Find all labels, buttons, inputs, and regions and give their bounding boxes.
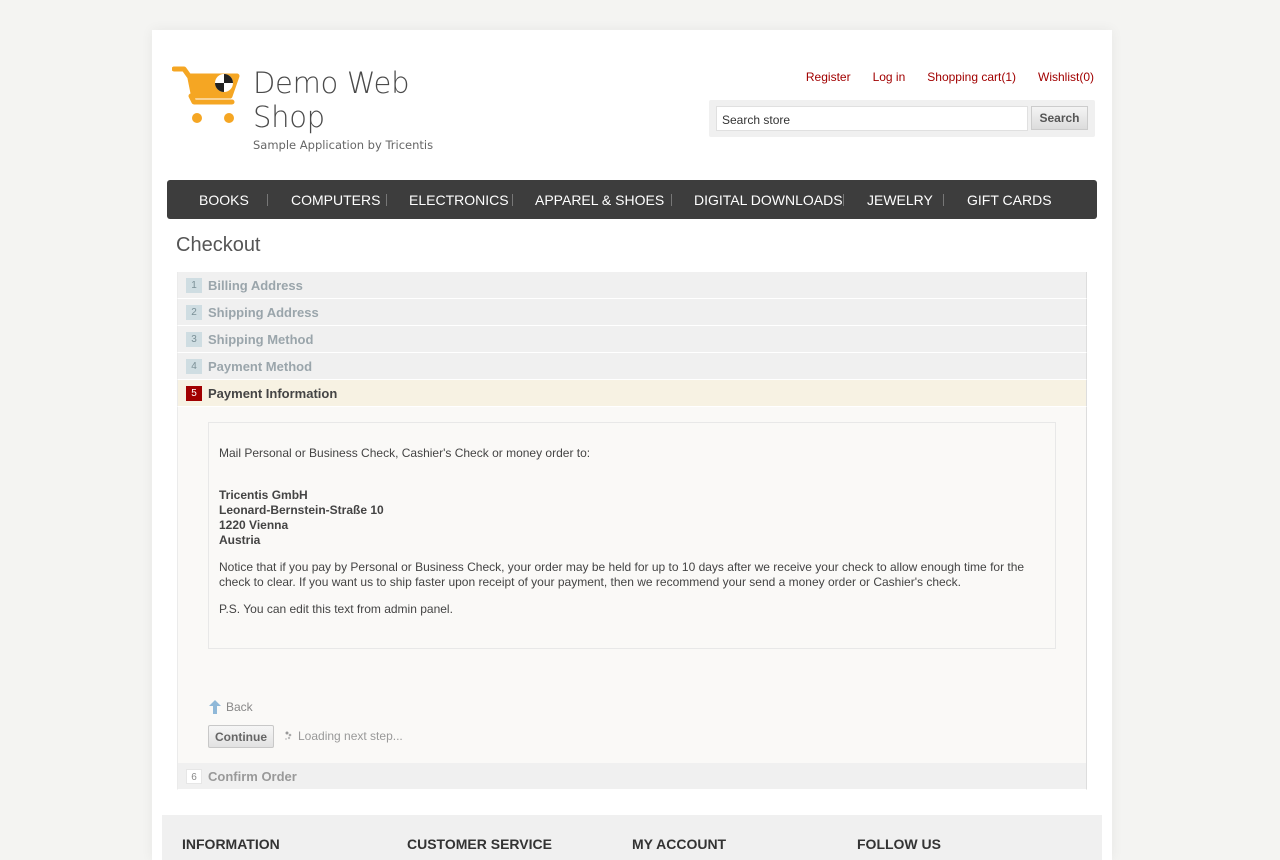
step-billing-address[interactable]: 1 Billing Address bbox=[177, 272, 1087, 299]
nav-separator bbox=[671, 194, 672, 206]
page-container: Demo Web Shop Sample Application by Tric… bbox=[152, 30, 1112, 860]
step-number: 2 bbox=[186, 305, 202, 320]
nav-separator bbox=[386, 194, 387, 206]
nav-item-apparel-shoes[interactable]: APPAREL & SHOES bbox=[535, 180, 664, 219]
loading-indicator: Loading next step... bbox=[283, 729, 403, 743]
nav-separator bbox=[512, 194, 513, 206]
login-link[interactable]: Log in bbox=[873, 70, 906, 84]
top-menu: BOOKS COMPUTERS ELECTRONICS APPAREL & SH… bbox=[167, 180, 1097, 219]
ps-text: P.S. You can edit this text from admin p… bbox=[219, 602, 453, 616]
back-link[interactable]: Back bbox=[209, 700, 253, 714]
payment-notice-text: Notice that if you pay by Personal or Bu… bbox=[219, 560, 1025, 589]
wishlist-link[interactable]: Wishlist(0) bbox=[1038, 70, 1094, 84]
footer-heading-my-account: MY ACCOUNT bbox=[632, 836, 727, 852]
address-line: 1220 Vienna bbox=[219, 518, 289, 532]
address-line: Leonard-Bernstein-Straße 10 bbox=[219, 503, 384, 517]
step-label: Payment Method bbox=[208, 359, 313, 374]
nav-separator bbox=[943, 194, 944, 206]
step-number: 3 bbox=[186, 332, 202, 347]
shopping-cart-link[interactable]: Shopping cart(1) bbox=[927, 70, 1016, 84]
step-label: Shipping Method bbox=[208, 332, 314, 347]
logo-title: Demo Web Shop bbox=[253, 66, 410, 134]
mailing-address: Tricentis GmbH Leonard-Bernstein-Straße … bbox=[219, 488, 384, 548]
header-links: Register Log in Shopping cart(1) Wishlis… bbox=[806, 70, 1094, 84]
nav-separator bbox=[843, 194, 844, 206]
step-label: Confirm Order bbox=[208, 769, 297, 784]
site-logo[interactable]: Demo Web Shop Sample Application by Tric… bbox=[172, 66, 482, 152]
page-title: Checkout bbox=[176, 234, 261, 256]
spinner-icon bbox=[285, 731, 292, 740]
nav-item-electronics[interactable]: ELECTRONICS bbox=[409, 180, 509, 219]
step-payment-method[interactable]: 4 Payment Method bbox=[177, 353, 1087, 380]
step-label: Billing Address bbox=[208, 278, 303, 293]
nav-item-digital-downloads[interactable]: DIGITAL DOWNLOADS bbox=[694, 180, 843, 219]
search-input[interactable] bbox=[716, 106, 1028, 131]
up-arrow-icon bbox=[209, 700, 221, 714]
step-shipping-address[interactable]: 2 Shipping Address bbox=[177, 299, 1087, 326]
footer-heading-customer-service: CUSTOMER SERVICE bbox=[407, 836, 552, 852]
footer-heading-follow-us: FOLLOW US bbox=[857, 836, 941, 852]
step-number: 6 bbox=[186, 769, 202, 784]
step-number: 1 bbox=[186, 278, 202, 293]
nav-item-books[interactable]: BOOKS bbox=[199, 180, 249, 219]
address-line: Austria bbox=[219, 533, 261, 547]
register-link[interactable]: Register bbox=[806, 70, 851, 84]
step-number: 4 bbox=[186, 359, 202, 374]
nav-item-gift-cards[interactable]: GIFT CARDS bbox=[967, 180, 1052, 219]
step-label: Payment Information bbox=[208, 386, 338, 401]
cart-logo-icon bbox=[172, 66, 240, 123]
nav-item-computers[interactable]: COMPUTERS bbox=[291, 180, 380, 219]
step-payment-information: 5 Payment Information bbox=[177, 380, 1087, 407]
payment-info-section: Mail Personal or Business Check, Cashier… bbox=[177, 407, 1087, 763]
checkout-steps: 1 Billing Address 2 Shipping Address 3 S… bbox=[177, 272, 1087, 790]
payment-info-box: Mail Personal or Business Check, Cashier… bbox=[208, 422, 1056, 649]
continue-button[interactable]: Continue bbox=[208, 725, 274, 748]
loading-text: Loading next step... bbox=[298, 729, 403, 743]
footer: INFORMATION CUSTOMER SERVICE MY ACCOUNT … bbox=[162, 815, 1102, 860]
step-label: Shipping Address bbox=[208, 305, 319, 320]
search-box: Search bbox=[709, 100, 1095, 137]
nav-separator bbox=[267, 194, 268, 206]
step-confirm-order: 6 Confirm Order bbox=[177, 763, 1087, 790]
back-label: Back bbox=[226, 700, 253, 714]
step-shipping-method[interactable]: 3 Shipping Method bbox=[177, 326, 1087, 353]
address-line: Tricentis GmbH bbox=[219, 488, 308, 502]
search-button[interactable]: Search bbox=[1031, 106, 1088, 130]
step-number: 5 bbox=[186, 386, 202, 401]
payment-intro-text: Mail Personal or Business Check, Cashier… bbox=[219, 446, 591, 460]
logo-subtitle: Sample Application by Tricentis bbox=[253, 138, 434, 152]
nav-item-jewelry[interactable]: JEWELRY bbox=[867, 180, 933, 219]
footer-heading-information: INFORMATION bbox=[182, 836, 280, 852]
